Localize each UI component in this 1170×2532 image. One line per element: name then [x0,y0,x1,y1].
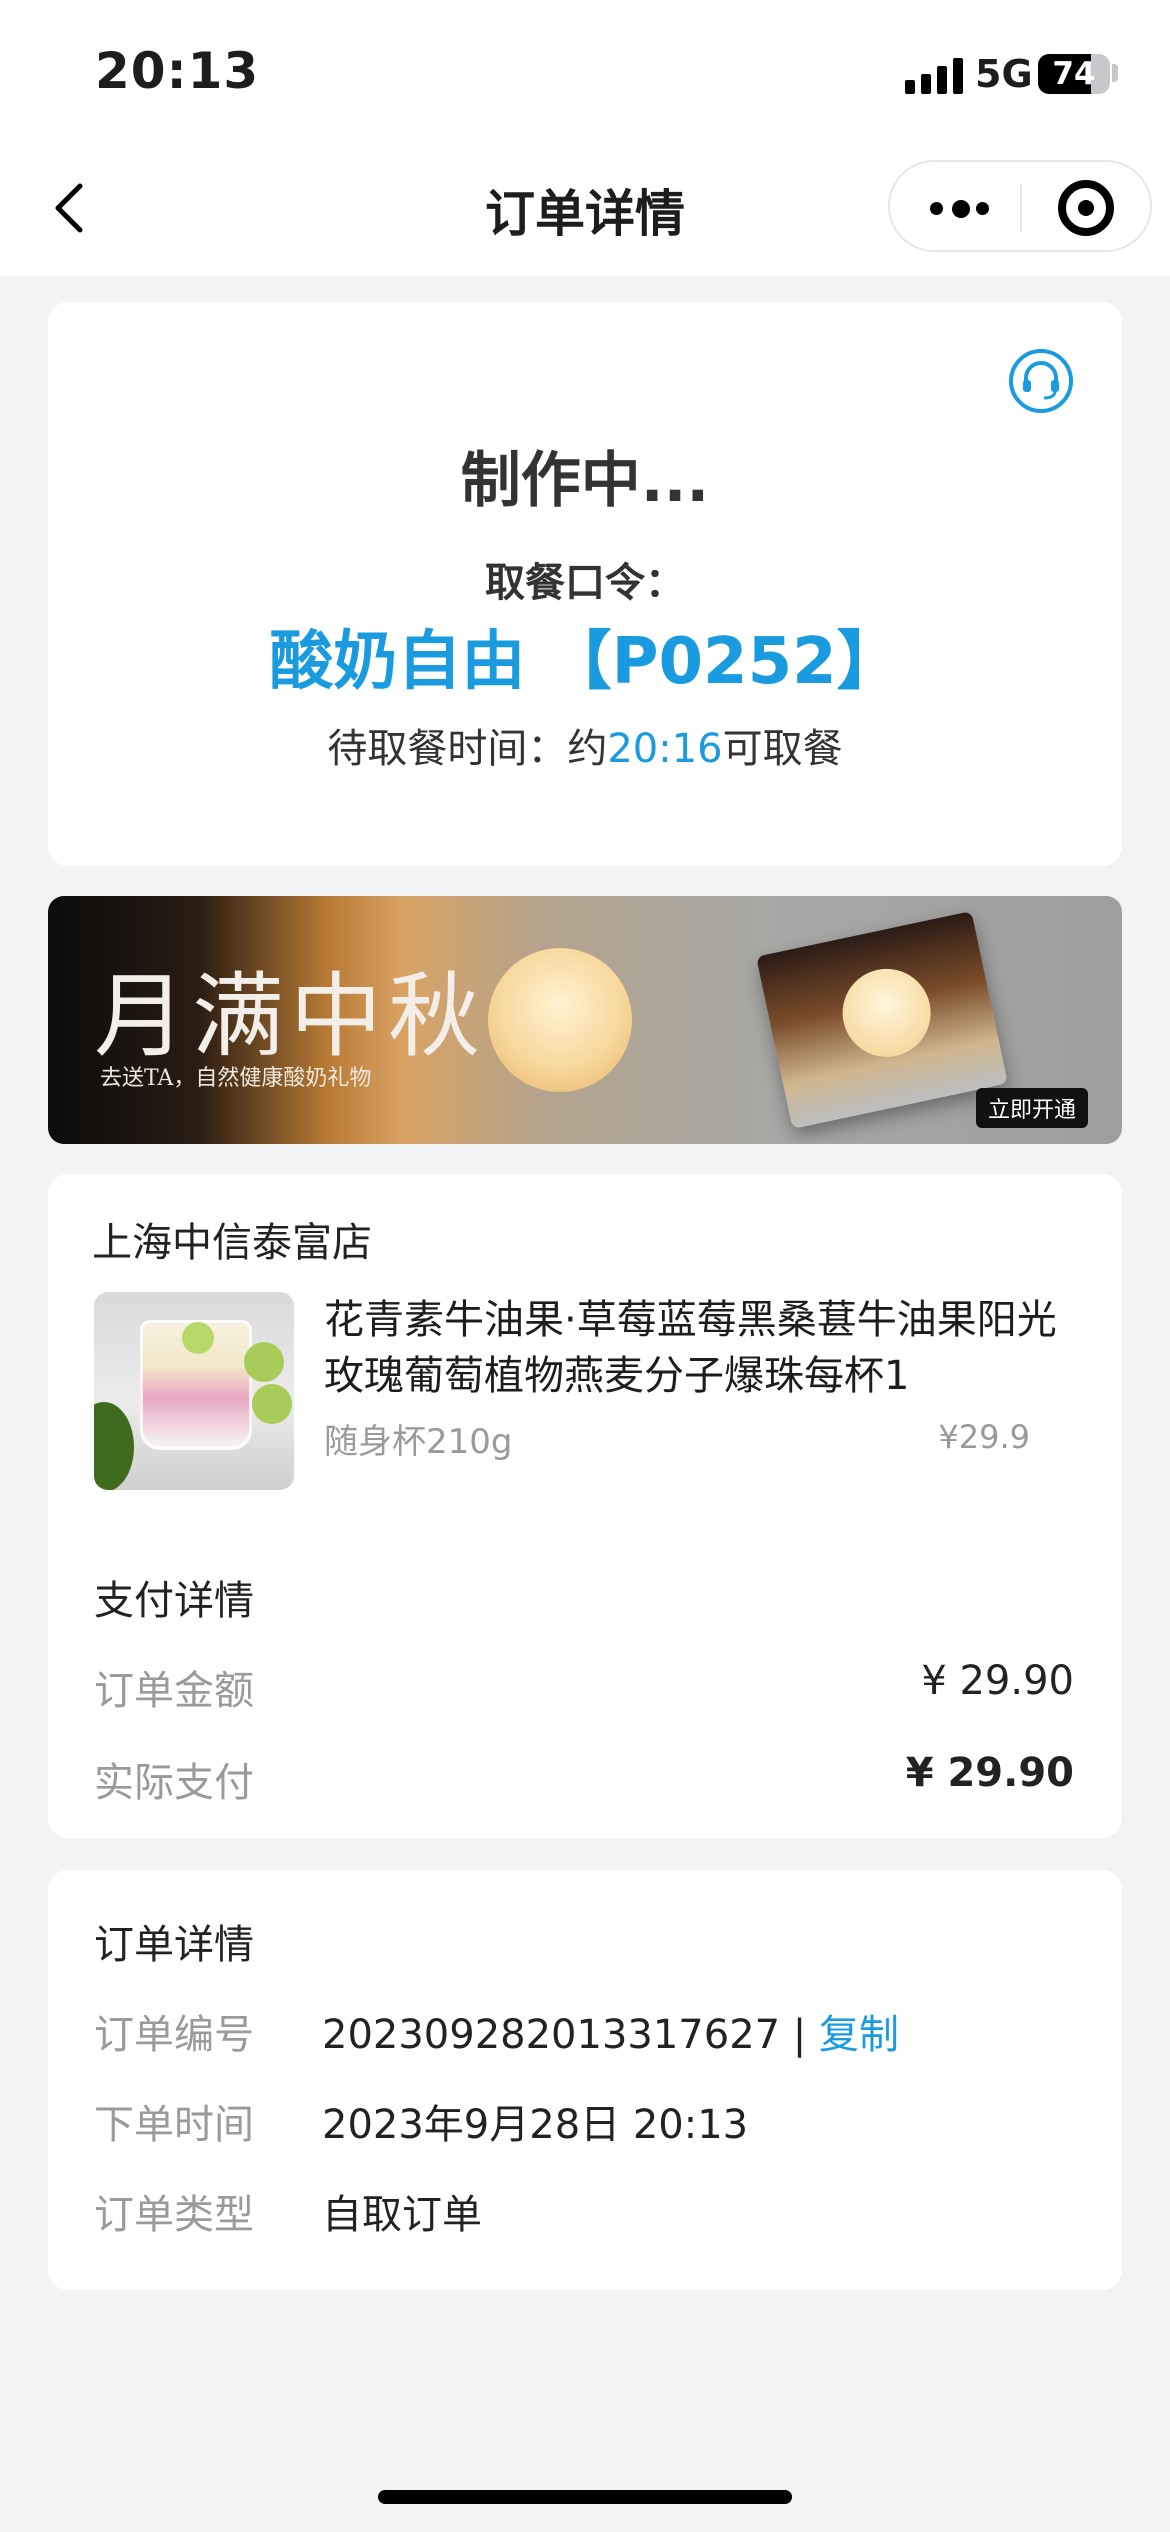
signal-icon [905,58,963,94]
pickup-time-suffix: 可取餐 [722,726,843,772]
actual-paid-value: ¥ 29.90 [905,1750,1074,1796]
copy-button[interactable]: 复制 [819,2012,899,2058]
order-no-row: 202309282013317627 | 复制 [322,2002,899,2060]
nav-bar: 订单详情 [0,150,1170,276]
product-spec: 随身杯210g [324,1422,513,1462]
payment-section-title: 支付详情 [94,1578,254,1624]
status-bar: 20:13 5G 74 [0,0,1170,150]
product-image [94,1292,294,1490]
battery-icon: 74 [1038,54,1110,94]
more-button[interactable] [930,198,1000,218]
network-type: 5G [975,52,1033,96]
order-detail-card: 订单详情 订单编号 202309282013317627 | 复制 下单时间 2… [48,1870,1122,2290]
order-time-value: 2023年9月28日 20:13 [322,2102,749,2148]
order-state: 制作中... [460,446,710,516]
banner-cta-button[interactable]: 立即开通 [975,1088,1088,1128]
pickup-time-prefix: 待取餐时间：约 [327,726,608,772]
pickup-time: 待取餐时间：约20:16可取餐 [48,716,1122,774]
status-time: 20:13 [95,42,260,100]
customer-service-icon[interactable] [1008,348,1074,414]
detail-section-title: 订单详情 [94,1922,254,1968]
banner-title: 月满中秋 [94,963,487,1070]
order-type-label: 订单类型 [94,2192,254,2238]
actual-paid-label: 实际支付 [94,1760,254,1806]
order-amount-value: ¥ 29.90 [921,1658,1074,1704]
battery-percentage: 74 [1052,56,1096,92]
product-name: 花青素牛油果·草莓蓝莓黑桑葚牛油果阳光玫瑰葡萄植物燕麦分子爆珠每杯1 [324,1297,1057,1399]
mini-program-capsule [888,160,1152,252]
home-indicator [378,2490,792,2504]
moon-graphic [488,948,632,1092]
battery-tip [1112,64,1118,82]
product-price: ¥29.9 [938,1418,1030,1456]
order-items-card: 上海中信泰富店 花青素牛油果·草莓蓝莓黑桑葚牛油果阳光玫瑰葡萄植物燕麦分子爆珠每… [48,1174,1122,1838]
gift-card-graphic [756,911,1008,1129]
pickup-code-label: 取餐口令： [485,560,685,606]
store-name: 上海中信泰富店 [92,1220,372,1266]
close-mini-program-button[interactable] [1058,180,1114,236]
capsule-divider [1020,184,1022,232]
order-time-label: 下单时间 [94,2102,254,2148]
order-no-separator: | [780,2012,819,2058]
banner-subtitle: 去送TA，自然健康酸奶礼物 [100,1066,372,1091]
pickup-code: 酸奶自由 【P0252】 [269,625,901,699]
order-amount-label: 订单金额 [94,1668,254,1714]
promo-banner[interactable]: 月满中秋 去送TA，自然健康酸奶礼物 立即开通 [48,896,1122,1144]
order-no-value: 202309282013317627 [322,2012,781,2058]
pickup-time-value: 20:16 [607,726,723,772]
order-status-card: 制作中... 取餐口令： 酸奶自由 【P0252】 待取餐时间：约20:16可取… [48,302,1122,866]
order-type-value: 自取订单 [322,2192,482,2238]
order-no-label: 订单编号 [94,2012,254,2058]
